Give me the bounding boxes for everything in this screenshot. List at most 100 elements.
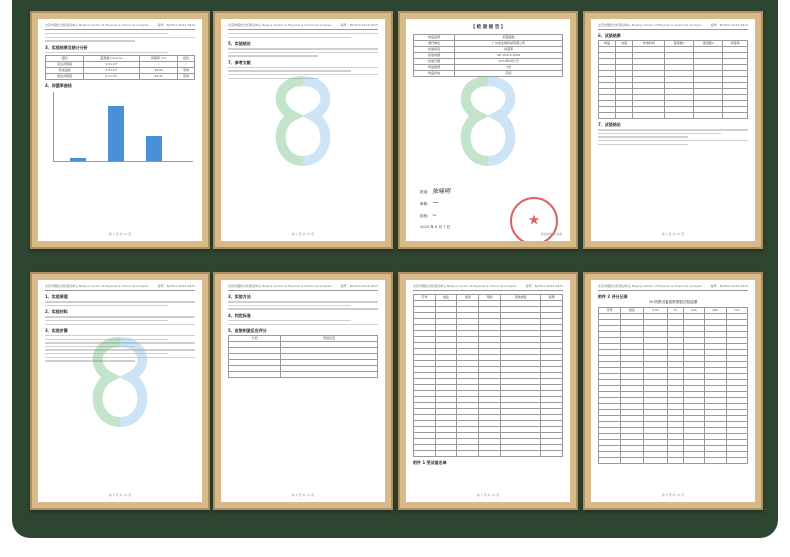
signature-block: 批准： 张晓明 审核： 一 检验： ~ 2023 年 6 月 7 日 (420, 188, 451, 230)
text-line (598, 129, 748, 131)
section-heading: 3、实验方法 (228, 294, 251, 299)
section-heading: 7、试验结论 (598, 122, 621, 127)
report-frame-3[interactable]: 【 检 验 报 告 】 样品名称 抑菌凝胶 委托单位 广州某生物科技有限公司 检验项… (398, 11, 578, 249)
page-footer: 检验报告专用章 (540, 232, 562, 236)
report-info-table: 样品名称 抑菌凝胶 委托单位 广州某生物科技有限公司 检验项目 抑菌率 检验依据 GB … (412, 34, 563, 77)
header-left: 北京市理化分析测试中心 Beijing Centre of Physical &… (228, 284, 332, 288)
chart-bar (70, 158, 86, 162)
section-heading: 4、抑菌率曲线 (45, 83, 72, 89)
text-line (228, 74, 378, 76)
report-frame-1[interactable]: 北京市理化分析测试中心 Beijing Centre of Physical &… (30, 11, 210, 249)
text-line (45, 342, 195, 344)
signature: 张晓明 (431, 188, 450, 195)
chart-bar (108, 105, 124, 162)
section-heading: 附件 1 受试者名单 (413, 460, 447, 465)
section-heading: 3、实验步骤 (45, 327, 68, 333)
header-right: 编号：BJCPCA-2023-0815 (710, 284, 748, 288)
page-header: 北京市理化分析测试中心 Beijing Centre of Physical &… (413, 284, 563, 291)
text-line (45, 352, 168, 355)
header-left: 北京市理化分析测试中心 Beijing Centre of Physical &… (413, 284, 517, 288)
text-line (228, 323, 378, 325)
chart-bar (146, 135, 162, 162)
section-heading: 5、实验结论 (228, 40, 251, 46)
report-frame-7[interactable]: 北京市理化分析测试中心 Beijing Centre of Physical &… (398, 272, 578, 510)
text-line (598, 139, 748, 142)
report-page-3: 【 检 验 报 告 】 样品名称 抑菌凝胶 委托单位 广州某生物科技有限公司 检验项… (406, 19, 570, 241)
text-line (45, 33, 168, 35)
subjects-table: 序号 姓名 性别 年龄 皮肤类型 结果 (413, 294, 563, 457)
text-line (228, 308, 378, 310)
header-right: 编号：BJCPCA-2023-0815 (340, 284, 378, 288)
scoring-table: 分值 皮肤反应 (227, 334, 378, 378)
page-footer: 第 8 页 共 12 页 (661, 493, 685, 497)
results-table: 组别 菌落数 (cfu/mL) 抑菌率 (%) 结论 空白对照组 2.0×10⁵ / / 供… (44, 55, 195, 81)
header-right: 编号：BJCPCA-2023-0815 (525, 284, 563, 288)
page-header: 北京市理化分析测试中心 Beijing Centre of Physical &… (45, 284, 195, 291)
results-table: 样品 浓度 作用时间 菌落数1 菌落数2 抑菌率 (597, 40, 748, 119)
page-footer: 第 7 页 共 12 页 (476, 493, 500, 497)
header-right: 编号：BJCPCA-2023-0815 (710, 23, 748, 27)
signature: 一 (431, 200, 438, 207)
text-line (598, 136, 688, 138)
page-footer: 第 2 页 共 12 页 (291, 232, 315, 236)
text-line (228, 304, 351, 307)
page-title: 【 检 验 报 告 】 (470, 25, 506, 30)
report-page-2: 北京市理化分析测试中心 Beijing Centre of Physical &… (221, 19, 385, 241)
page-footer: 第 4 页 共 12 页 (661, 232, 685, 236)
report-page-6: 北京市理化分析测试中心 Beijing Centre of Physical &… (221, 280, 385, 502)
header-left: 北京市理化分析测试中心 Beijing Centre of Physical &… (228, 23, 332, 27)
report-date: 2023 年 6 月 7 日 (420, 225, 451, 229)
header-left: 北京市理化分析测试中心 Beijing Centre of Physical &… (45, 23, 149, 27)
text-line (45, 360, 135, 362)
text-line (45, 338, 168, 341)
report-page-1: 北京市理化分析测试中心 Beijing Centre of Physical &… (38, 19, 202, 241)
report-frame-2[interactable]: 北京市理化分析测试中心 Beijing Centre of Physical &… (213, 11, 393, 249)
text-line (228, 48, 378, 50)
text-line (228, 36, 351, 38)
text-line (45, 40, 135, 42)
text-line (598, 143, 688, 145)
text-line (45, 36, 195, 38)
text-line (45, 349, 195, 351)
signature: ~ (431, 212, 437, 219)
page-header: 北京市理化分析测试中心 Beijing Centre of Physical &… (598, 284, 748, 291)
report-page-5: 北京市理化分析测试中心 Beijing Centre of Physical &… (38, 280, 202, 502)
text-line (45, 345, 135, 348)
report-frame-5[interactable]: 北京市理化分析测试中心 Beijing Centre of Physical &… (30, 272, 210, 510)
text-line (228, 301, 378, 303)
section-heading: 6、试验结果 (598, 33, 621, 38)
page-header: 北京市理化分析测试中心 Beijing Centre of Physical &… (228, 284, 378, 291)
report-frame-6[interactable]: 北京市理化分析测试中心 Beijing Centre of Physical &… (213, 272, 393, 510)
header-left: 北京市理化分析测试中心 Beijing Centre of Physical &… (598, 284, 702, 288)
text-line (45, 301, 195, 303)
text-line (45, 335, 195, 337)
report-page-7: 北京市理化分析测试中心 Beijing Centre of Physical &… (406, 280, 570, 502)
report-page-8: 北京市理化分析测试中心 Beijing Centre of Physical &… (591, 280, 755, 502)
table-row (597, 457, 748, 464)
bar-chart (53, 92, 193, 163)
scores-table: 序号 姓名 0.5h 1h 24h 48h 72h (597, 307, 748, 464)
header-left: 北京市理化分析测试中心 Beijing Centre of Physical &… (598, 23, 702, 27)
report-frame-8[interactable]: 北京市理化分析测试中心 Beijing Centre of Physical &… (583, 272, 763, 510)
page-footer: 第 5 页 共 12 页 (108, 493, 132, 497)
section-heading: 7、参考文献 (228, 59, 251, 65)
text-line (228, 51, 378, 54)
text-line (45, 356, 195, 358)
page-header: 北京市理化分析测试中心 Beijing Centre of Physical &… (228, 23, 378, 30)
table-row (413, 450, 563, 457)
table-row (597, 112, 748, 119)
header-left: 北京市理化分析测试中心 Beijing Centre of Physical &… (45, 284, 149, 288)
text-line (228, 70, 351, 72)
text-line (228, 33, 378, 35)
header-right: 编号：BJCPCA-2023-0815 (157, 284, 195, 288)
section-heading: 4、判定标准 (228, 312, 251, 318)
text-line (45, 51, 168, 54)
header-right: 编号：BJCPCA-2023-0815 (340, 23, 378, 27)
page-footer: 第 6 页 共 12 页 (291, 493, 315, 497)
text-line (228, 319, 351, 322)
page-footer: 第 1 页 共 12 页 (108, 232, 132, 236)
text-line (45, 319, 168, 322)
page-header: 北京市理化分析测试中心 Beijing Centre of Physical &… (598, 23, 748, 30)
report-frame-4[interactable]: 北京市理化分析测试中心 Beijing Centre of Physical &… (583, 11, 763, 249)
table-row (227, 370, 378, 378)
